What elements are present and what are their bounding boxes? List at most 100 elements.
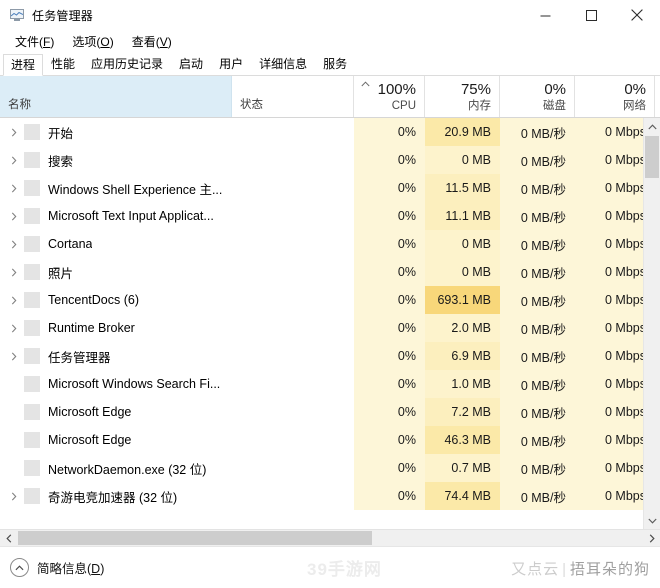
tab-用户[interactable]: 用户	[211, 53, 251, 75]
cell-status	[232, 202, 354, 230]
cell-status	[232, 482, 354, 510]
expand-chevron-icon[interactable]	[4, 352, 24, 361]
cell-name: 搜索	[0, 146, 232, 174]
column-header-label-network: 网络	[623, 100, 646, 112]
expand-chevron-icon[interactable]	[4, 156, 24, 165]
column-header-name[interactable]: 名称	[0, 76, 232, 117]
chevron-up-glyph	[15, 564, 24, 570]
tab-启动[interactable]: 启动	[171, 53, 211, 75]
chevron-right-icon	[649, 533, 655, 543]
vertical-scrollbar-thumb[interactable]	[645, 136, 659, 178]
tab-详细信息[interactable]: 详细信息	[251, 53, 315, 75]
table-row[interactable]: Runtime Broker 0% 2.0 MB 0 MB/秒 0 Mbps	[0, 314, 660, 342]
expand-chevron-icon[interactable]	[4, 184, 24, 193]
column-header-memory[interactable]: 75% 内存	[425, 76, 500, 117]
close-button[interactable]	[614, 0, 660, 30]
cell-memory: 46.3 MB	[425, 426, 500, 454]
title-bar-left: 任务管理器	[0, 7, 93, 24]
table-row[interactable]: Microsoft Text Input Applicat... 0% 11.1 M…	[0, 202, 660, 230]
table-row[interactable]: NetworkDaemon.exe (32 位) 0% 0.7 MB 0 MB/秒 0 …	[0, 454, 660, 482]
cell-memory: 7.2 MB	[425, 398, 500, 426]
tab-服务[interactable]: 服务	[315, 53, 355, 75]
fewer-details-button[interactable]: 简略信息(D)	[37, 558, 104, 577]
column-header-network[interactable]: 0% 网络	[575, 76, 655, 117]
cell-status	[232, 258, 354, 286]
table-row[interactable]: 开始 0% 20.9 MB 0 MB/秒 0 Mbps	[0, 118, 660, 146]
chevron-right-icon	[11, 296, 17, 304]
column-header-percent-network: 0%	[624, 81, 646, 98]
cell-disk: 0 MB/秒	[500, 146, 575, 174]
tab-应用历史记录[interactable]: 应用历史记录	[83, 53, 171, 75]
column-header-percent-disk: 0%	[544, 81, 566, 98]
scroll-up-button[interactable]	[644, 118, 660, 135]
horizontal-scrollbar-thumb[interactable]	[18, 531, 372, 545]
cell-cpu: 0%	[354, 258, 425, 286]
table-row[interactable]: 奇游电竞加速器 (32 位) 0% 74.4 MB 0 MB/秒 0 Mbps	[0, 482, 660, 510]
column-header-label-cpu: CPU	[391, 100, 416, 112]
table-row[interactable]: 搜索 0% 0 MB 0 MB/秒 0 Mbps	[0, 146, 660, 174]
process-icon	[24, 320, 40, 336]
menu-item-2[interactable]: 选项(O)	[65, 31, 122, 53]
expand-chevron-icon[interactable]	[4, 212, 24, 221]
chevron-right-icon	[11, 212, 17, 220]
horizontal-scrollbar[interactable]	[0, 529, 660, 546]
scroll-right-button[interactable]	[643, 530, 660, 546]
table-row[interactable]: Microsoft Edge 0% 7.2 MB 0 MB/秒 0 Mbps	[0, 398, 660, 426]
scroll-left-button[interactable]	[0, 530, 17, 546]
expand-chevron-icon[interactable]	[4, 492, 24, 501]
scroll-down-button[interactable]	[644, 512, 660, 529]
expand-chevron-icon[interactable]	[4, 268, 24, 277]
task-manager-window: 任务管理器 文件(F) 选项(O) 查看(V) 进程 性能 应用历史记录 启动 …	[0, 0, 660, 588]
table-row[interactable]: 任务管理器 0% 6.9 MB 0 MB/秒 0 Mbps	[0, 342, 660, 370]
column-header-status[interactable]: 状态	[232, 76, 354, 117]
cell-disk: 0 MB/秒	[500, 342, 575, 370]
chevron-left-icon	[5, 533, 11, 543]
watermark-left: 39手游网	[307, 560, 382, 579]
tab-进程[interactable]: 进程	[3, 54, 44, 76]
table-row[interactable]: Microsoft Edge 0% 46.3 MB 0 MB/秒 0 Mbps	[0, 426, 660, 454]
sort-ascending-icon	[361, 81, 370, 87]
cell-status	[232, 426, 354, 454]
expand-chevron-icon[interactable]	[4, 240, 24, 249]
cell-name: Cortana	[0, 230, 232, 258]
cell-name: Microsoft Windows Search Fi...	[0, 370, 232, 398]
cell-status	[232, 286, 354, 314]
chevron-up-icon	[647, 123, 657, 129]
cell-status	[232, 314, 354, 342]
cell-memory: 0 MB	[425, 146, 500, 174]
maximize-button[interactable]	[568, 0, 614, 30]
expand-chevron-icon[interactable]	[4, 324, 24, 333]
cell-status	[232, 454, 354, 482]
menu-bar: 文件(F) 选项(O) 查看(V)	[0, 30, 660, 53]
watermark-separator: |	[562, 561, 567, 578]
column-header-label-disk: 磁盘	[543, 100, 566, 112]
menu-item-1[interactable]: 文件(F)	[8, 31, 63, 53]
table-row[interactable]: Microsoft Windows Search Fi... 0% 1.0 MB 0 …	[0, 370, 660, 398]
expand-chevron-icon[interactable]	[4, 128, 24, 137]
menu-item-3[interactable]: 查看(V)	[125, 31, 181, 53]
cell-memory: 6.9 MB	[425, 342, 500, 370]
process-icon	[24, 124, 40, 140]
process-name: TencentDocs (6)	[48, 293, 140, 307]
chevron-right-icon	[11, 240, 17, 248]
cell-disk: 0 MB/秒	[500, 454, 575, 482]
chevron-up-icon[interactable]	[10, 558, 29, 577]
cell-disk: 0 MB/秒	[500, 174, 575, 202]
column-header-disk[interactable]: 0% 磁盘	[500, 76, 575, 117]
cell-name: Windows Shell Experience 主...	[0, 174, 232, 202]
column-header-cpu[interactable]: 100% CPU	[354, 76, 425, 117]
chevron-right-icon	[11, 324, 17, 332]
minimize-button[interactable]	[522, 0, 568, 30]
table-row[interactable]: 照片 0% 0 MB 0 MB/秒 0 Mbps	[0, 258, 660, 286]
cell-name: Microsoft Edge	[0, 398, 232, 426]
vertical-scrollbar[interactable]	[643, 118, 660, 529]
tab-性能[interactable]: 性能	[43, 53, 83, 75]
chevron-right-icon	[11, 352, 17, 360]
table-row[interactable]: Cortana 0% 0 MB 0 MB/秒 0 Mbps	[0, 230, 660, 258]
process-list-viewport: 开始 0% 20.9 MB 0 MB/秒 0 Mbps 搜索 0% 0 MB 0 MB/秒 0 M…	[0, 118, 660, 529]
cell-memory: 2.0 MB	[425, 314, 500, 342]
expand-chevron-icon[interactable]	[4, 296, 24, 305]
table-row[interactable]: Windows Shell Experience 主... 0% 11.5 MB 0 …	[0, 174, 660, 202]
process-name: 奇游电竞加速器 (32 位)	[48, 490, 178, 505]
table-row[interactable]: TencentDocs (6) 0% 693.1 MB 0 MB/秒 0 Mbps	[0, 286, 660, 314]
